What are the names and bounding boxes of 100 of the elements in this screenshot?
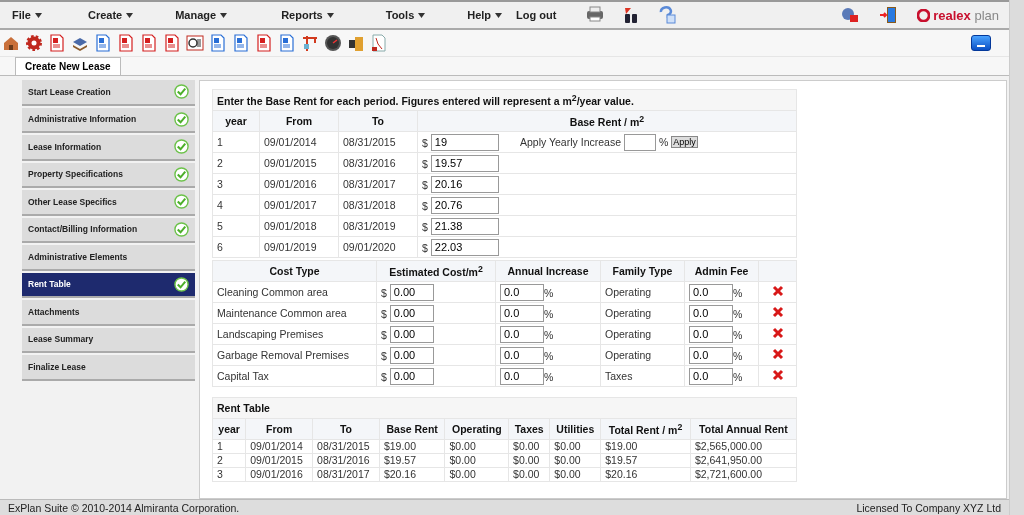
rent-input[interactable]: 19 [430, 133, 499, 151]
scrollbar[interactable] [1009, 0, 1024, 515]
delete-icon[interactable] [771, 369, 784, 381]
table-cell: $0.00 [549, 439, 601, 454]
gear-icon[interactable] [25, 34, 43, 52]
menu-item[interactable]: Log out [516, 9, 557, 21]
column-header: year [218, 423, 240, 435]
delete-icon[interactable] [771, 306, 784, 318]
rent-input[interactable]: 19.57 [430, 154, 499, 172]
cost-input[interactable]: 0.00 [389, 304, 434, 322]
document-icon[interactable] [278, 34, 296, 52]
door-icon[interactable] [879, 6, 898, 24]
table-cell: Landscaping Premises [212, 323, 377, 345]
table-cell: 4 [212, 194, 260, 216]
table-cell: $0.00 [444, 467, 509, 482]
percent-sign: % [544, 307, 554, 319]
menu-item[interactable]: Reports [281, 9, 334, 21]
increase-input[interactable]: 0.0 [500, 283, 544, 301]
table-cell: 6 [212, 236, 260, 258]
tab[interactable]: Create New Lease [15, 57, 121, 75]
table-cell: Taxes [600, 365, 685, 387]
document-icon[interactable] [48, 34, 66, 52]
table-cell: 09/01/2014 [259, 131, 339, 153]
menu-item[interactable]: Manage [175, 9, 228, 21]
step-item[interactable]: Other Lease Specifics [22, 190, 195, 216]
apply-button[interactable]: Apply [671, 136, 698, 148]
disc-icon[interactable] [841, 7, 860, 23]
document-icon[interactable] [209, 34, 227, 52]
fee-input[interactable]: 0.0 [689, 367, 733, 385]
table-cell: 09/01/2015 [259, 152, 339, 174]
column-header: Base Rent / m$^{2}$ [569, 116, 645, 129]
table-cell: 08/31/2017 [312, 467, 380, 482]
step-item[interactable]: Property Specifications [22, 162, 195, 188]
increase-input[interactable]: 0.0 [500, 304, 544, 322]
rent-input[interactable]: 21.38 [430, 217, 499, 235]
step-item[interactable]: Administrative Information [22, 107, 195, 133]
menu-item[interactable]: Tools [385, 9, 426, 21]
table-cell: $20.16 [600, 467, 691, 482]
house-icon[interactable] [2, 34, 20, 52]
help-icon[interactable] [658, 6, 677, 24]
cost-input[interactable]: 0.00 [389, 346, 434, 364]
table-cell: Garbage Removal Premises [212, 344, 377, 366]
step-item[interactable]: Contact/Billing Information [22, 217, 195, 243]
document-icon[interactable] [94, 34, 112, 52]
document-icon[interactable] [255, 34, 273, 52]
printer-icon[interactable] [586, 6, 605, 22]
step-item[interactable]: Attachments [22, 300, 195, 326]
logo-icon [917, 8, 931, 22]
chart-document-icon[interactable] [370, 34, 388, 52]
gauge-icon[interactable] [324, 34, 342, 52]
column-header: From [285, 115, 313, 127]
column-header: Admin Fee [694, 265, 749, 277]
table-cell: 08/31/2016 [312, 453, 380, 468]
document-icon[interactable] [232, 34, 250, 52]
fee-input[interactable]: 0.0 [689, 346, 733, 364]
document-icon[interactable] [117, 34, 135, 52]
cost-input[interactable]: 0.00 [389, 325, 434, 343]
increase-input[interactable]: 0.0 [500, 346, 544, 364]
step-item[interactable]: Rent Table [22, 272, 195, 298]
menu-item[interactable]: Create [87, 9, 134, 21]
increase-input[interactable]: 0.0 [500, 367, 544, 385]
currency-label: $ [422, 199, 428, 211]
building-icon[interactable] [347, 34, 365, 52]
cost-input[interactable]: 0.00 [389, 283, 434, 301]
delete-icon[interactable] [771, 348, 784, 360]
crane-icon[interactable] [301, 34, 319, 52]
column-header: Operating [451, 423, 502, 435]
currency-label: $ [381, 349, 387, 361]
delete-icon[interactable] [771, 327, 784, 339]
table-cell: 09/01/2019 [259, 236, 339, 258]
step-item[interactable]: Start Lease Creation [22, 80, 195, 106]
step-item[interactable]: Finalize Lease [22, 355, 195, 381]
menu-item[interactable]: File [12, 9, 42, 21]
fee-input[interactable]: 0.0 [689, 283, 733, 301]
minimize-button[interactable] [971, 35, 991, 51]
percent-sign: % [733, 349, 743, 361]
increase-input[interactable] [624, 133, 656, 151]
document-icon[interactable] [163, 34, 181, 52]
step-item[interactable]: Lease Summary [22, 327, 195, 353]
table-cell: 5 [212, 215, 260, 237]
rent-input[interactable]: 20.16 [430, 175, 499, 193]
step-item[interactable]: Administrative Elements [22, 245, 195, 271]
menu-item[interactable]: Help [467, 9, 503, 21]
delete-icon[interactable] [771, 285, 784, 297]
document-icon[interactable] [140, 34, 158, 52]
fee-input[interactable]: 0.0 [689, 325, 733, 343]
table-cell: $2,565,000.00 [690, 439, 797, 454]
minus-icon [977, 45, 985, 47]
column-header: From [266, 423, 293, 435]
check-icon [174, 194, 189, 210]
rent-input[interactable]: 22.03 [430, 238, 499, 256]
step-item[interactable]: Lease Information [22, 135, 195, 161]
rent-input[interactable]: 20.76 [430, 196, 499, 214]
increase-input[interactable]: 0.0 [500, 325, 544, 343]
cost-input[interactable]: 0.00 [389, 367, 434, 385]
fee-input[interactable]: 0.0 [689, 304, 733, 322]
target-icon[interactable] [186, 34, 204, 52]
check-icon [174, 111, 189, 127]
percent-sign: % [544, 349, 554, 361]
table-cell: 08/31/2018 [338, 194, 418, 216]
